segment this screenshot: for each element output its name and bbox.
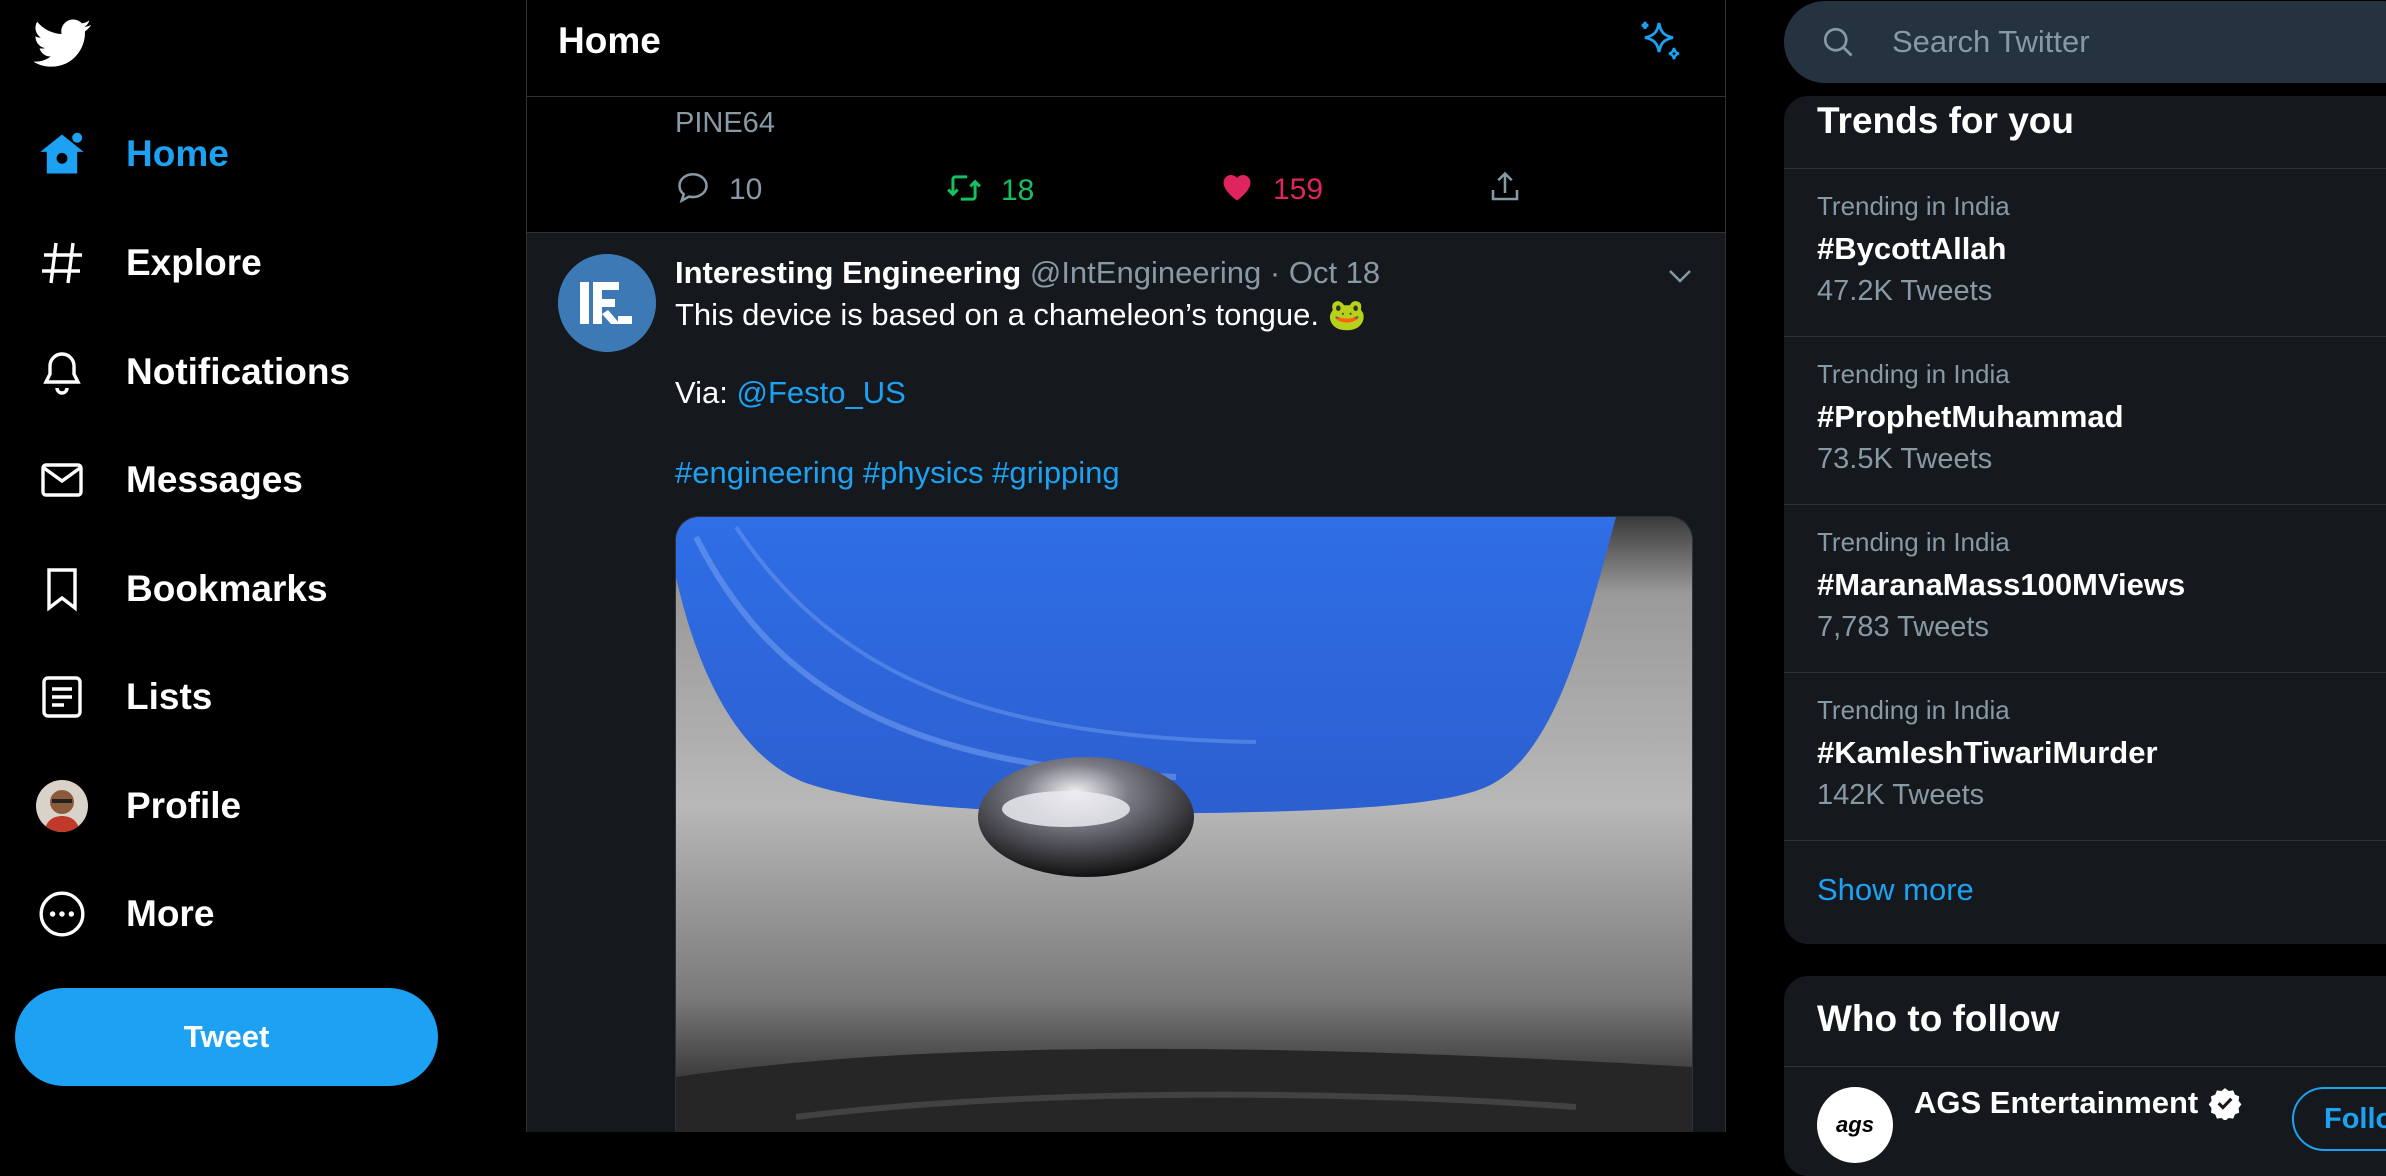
bell-icon (34, 344, 90, 400)
trend-count: 47.2K Tweets (1817, 275, 1993, 307)
trend-hashtag: #ProphetMuhammad (1817, 399, 2124, 434)
retweet-count: 18 (1001, 173, 1035, 207)
trend-hashtag: #BycottAllah (1817, 231, 2007, 266)
trend-context: Trending in India (1817, 191, 2010, 221)
sidebar-item-label: Profile (126, 785, 242, 826)
avatar (34, 778, 90, 834)
trends-title: Trends for you (1817, 100, 2074, 141)
reply-count: 10 (729, 172, 763, 206)
who-to-follow-panel: Who to follow ags AGS Entertainment Foll… (1784, 976, 2386, 1176)
tweet-media-video[interactable] (675, 516, 1693, 1132)
sidebar-item-lists[interactable]: Lists (34, 657, 212, 737)
heart-icon (1219, 169, 1255, 210)
trend-count: 142K Tweets (1817, 779, 1985, 811)
page-title: Home (558, 20, 661, 61)
sidebar-item-home[interactable]: Home (34, 114, 229, 194)
tweet-hashtags: #engineering #physics #gripping (675, 455, 1120, 491)
sidebar-item-notifications[interactable]: Notifications (34, 332, 350, 412)
timeline: Home PINE64 10 18 159 Interesting Engine… (526, 0, 1726, 1132)
tweet-date[interactable]: Oct 18 (1289, 255, 1380, 290)
search-input[interactable] (1890, 23, 2386, 61)
trend-count: 73.5K Tweets (1817, 443, 1993, 475)
trend-context: Trending in India (1817, 695, 2010, 725)
hashtag-link[interactable]: #engineering (675, 455, 854, 490)
trend-count: 7,783 Tweets (1817, 611, 1989, 643)
sidebar-item-label: Bookmarks (126, 568, 328, 609)
tweet-header: Interesting Engineering @IntEngineering … (675, 255, 1380, 291)
share-button[interactable] (1487, 169, 1523, 210)
reply-button[interactable]: 10 (675, 169, 762, 210)
sidebar-item-messages[interactable]: Messages (34, 440, 303, 520)
sidebar-item-label: Home (126, 133, 229, 174)
sidebar-item-label: More (126, 893, 215, 934)
tweet-separator: · (1269, 255, 1281, 290)
tweet-text: This device is based on a chameleon’s to… (675, 297, 1367, 332)
trends-panel: Trends for you Trending in India #Bycott… (1784, 96, 2386, 944)
follow-button[interactable]: Follow (2292, 1087, 2386, 1151)
trend-item[interactable]: Trending in India #BycottAllah 47.2K Twe… (1784, 168, 2386, 337)
more-icon (34, 886, 90, 942)
who-to-follow-title: Who to follow (1817, 998, 2060, 1039)
tweet-card[interactable]: Interesting Engineering @IntEngineering … (527, 233, 1725, 1132)
trend-hashtag: #KamleshTiwariMurder (1817, 735, 2158, 770)
tweet-button[interactable]: Tweet (15, 988, 438, 1086)
tweet-author-handle[interactable]: @IntEngineering (1030, 255, 1261, 290)
list-icon (34, 669, 90, 725)
search-bar[interactable] (1784, 1, 2386, 83)
sidebar-item-bookmarks[interactable]: Bookmarks (34, 549, 328, 629)
hashtag-link[interactable]: #gripping (992, 455, 1120, 490)
trend-item[interactable]: Trending in India #KamleshTiwariMurder 1… (1784, 672, 2386, 841)
like-button[interactable]: 159 (1219, 169, 1323, 210)
bookmark-icon (34, 561, 90, 617)
tweet-avatar[interactable] (558, 254, 656, 352)
account-name[interactable]: AGS Entertainment (1914, 1085, 2198, 1121)
sidebar-item-label: Explore (126, 242, 262, 283)
via-prefix: Via: (675, 375, 737, 410)
share-icon (1487, 169, 1523, 210)
like-count: 159 (1273, 172, 1324, 206)
hashtag-icon (34, 235, 90, 291)
verified-badge-icon (2208, 1086, 2242, 1121)
tweet-card[interactable]: PINE64 10 18 159 (527, 97, 1725, 233)
sidebar-item-more[interactable]: More (34, 874, 214, 954)
trend-item[interactable]: Trending in India #ProphetMuhammad 73.5K… (1784, 336, 2386, 505)
retweet-button[interactable]: 18 (945, 169, 1034, 212)
reply-icon (675, 169, 711, 210)
tweet-via: Via: @Festo_US (675, 375, 906, 411)
twitter-logo-icon[interactable] (33, 14, 94, 74)
sidebar-item-profile[interactable]: Profile (34, 766, 241, 846)
trend-item[interactable]: Trending in India #MaranaMass100MViews 7… (1784, 504, 2386, 673)
tweet-author-name[interactable]: Interesting Engineering (675, 255, 1021, 290)
show-more-link[interactable]: Show more (1817, 872, 1974, 908)
trend-context: Trending in India (1817, 527, 2010, 557)
sidebar-nav: Home Explore Notifications Messages Book… (0, 0, 526, 1132)
mention-link[interactable]: @Festo_US (736, 375, 905, 410)
follow-suggestion[interactable]: ags AGS Entertainment Follow (1784, 1066, 2386, 1176)
sidebar-item-explore[interactable]: Explore (34, 223, 262, 303)
sidebar-item-label: Notifications (126, 351, 351, 392)
retweet-icon (945, 169, 983, 212)
home-icon (34, 126, 90, 182)
sidebar-item-label: Messages (126, 459, 303, 500)
sidebar-item-label: Lists (126, 676, 213, 717)
trend-context: Trending in India (1817, 359, 2010, 389)
envelope-icon (34, 452, 90, 508)
account-avatar[interactable]: ags (1817, 1087, 1893, 1163)
search-icon (1820, 24, 1856, 60)
timeline-header: Home (527, 0, 1725, 97)
trend-hashtag: #MaranaMass100MViews (1817, 567, 2186, 602)
sparkle-icon[interactable] (1635, 18, 1685, 68)
tweet-source: PINE64 (675, 107, 775, 139)
chevron-down-icon[interactable] (1665, 261, 1695, 291)
account-name-row: AGS Entertainment (1914, 1085, 2242, 1121)
hashtag-link[interactable]: #physics (863, 455, 984, 490)
